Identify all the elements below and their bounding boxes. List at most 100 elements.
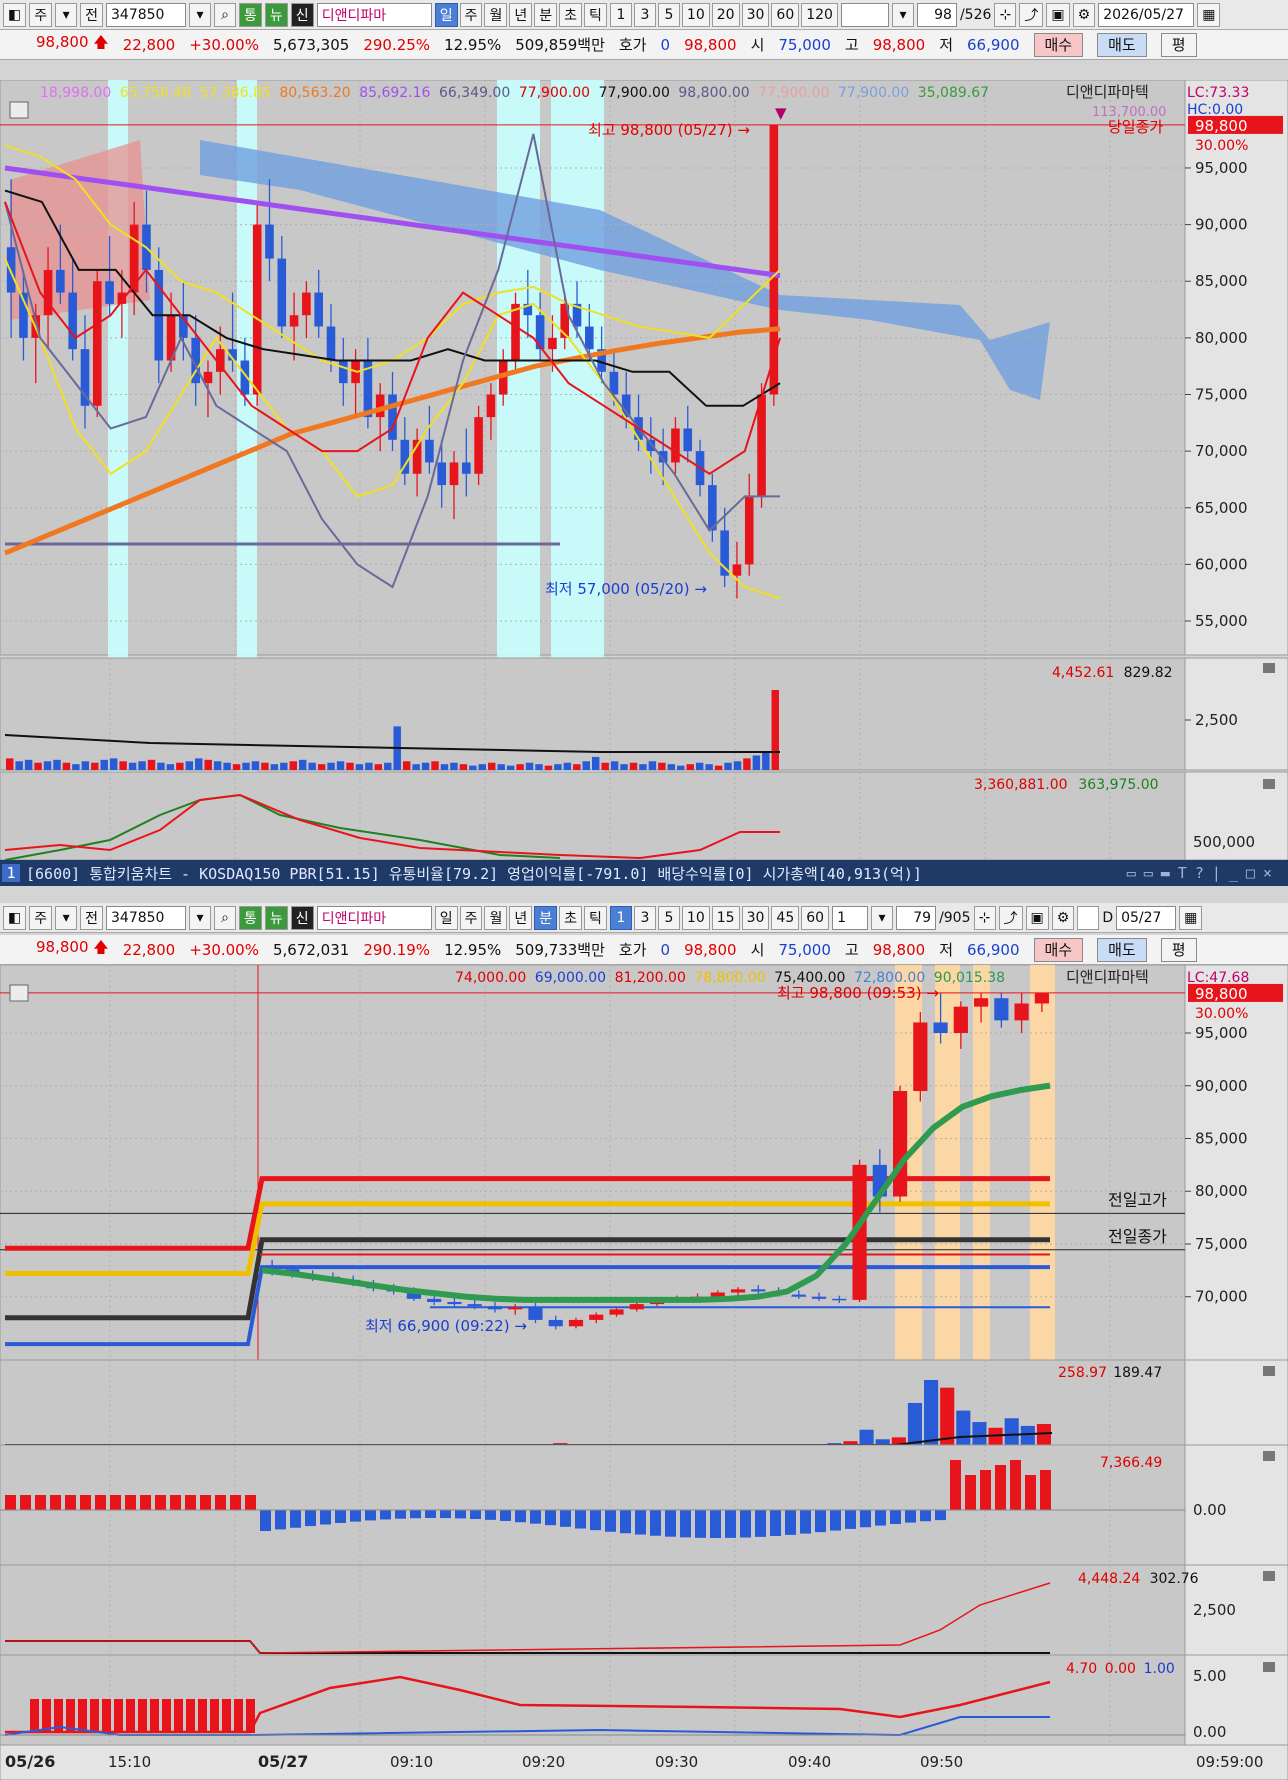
minute-macd-bar: [695, 1510, 706, 1538]
daily-candle: [68, 292, 77, 350]
buy-button[interactable]: 매수: [1033, 937, 1084, 962]
gear-icon[interactable]: ⚙: [1072, 2, 1096, 27]
interval-tab-45[interactable]: 45: [771, 905, 800, 930]
minute-chart[interactable]: 95,000 90,000 85,000 80,000 75,000 70,000 전일고가…: [0, 965, 1288, 1780]
search-icon[interactable]: ⌕: [214, 2, 237, 27]
interval-tab-20[interactable]: 20: [711, 2, 740, 27]
sell-button[interactable]: 매도: [1097, 937, 1147, 962]
period-tab-년[interactable]: 년: [509, 2, 533, 27]
interval-tab-5[interactable]: 5: [657, 905, 680, 930]
layout-icon[interactable]: ◧: [3, 2, 27, 27]
kind-select[interactable]: 전: [80, 905, 104, 930]
daily-volume-bar: [752, 755, 761, 770]
daily-price-tick-label: 60,000: [1195, 555, 1248, 573]
layout-icon[interactable]: ◧: [3, 905, 27, 930]
interval-tab-120[interactable]: 120: [801, 2, 838, 27]
trend-icon[interactable]: ⤴: [998, 905, 1023, 930]
period-tab-틱[interactable]: 틱: [584, 2, 607, 27]
daily-chart[interactable]: 95,000 90,000 85,000 80,000 75,000 70,000 65,0…: [0, 80, 1288, 860]
period-tab-주[interactable]: 주: [459, 2, 483, 27]
daily-volume-bar: [232, 764, 241, 770]
tab-credit[interactable]: 신: [290, 2, 314, 27]
status-text: [6600] 통합키움차트 - KOSDAQ150 PBR[51.15] 유통비…: [26, 864, 922, 883]
interval-tab-30[interactable]: 30: [741, 905, 770, 930]
tab-tong[interactable]: 통: [239, 2, 262, 27]
eval-button[interactable]: 평: [1160, 32, 1197, 57]
count-input[interactable]: 98: [916, 2, 957, 27]
count-input[interactable]: 79: [896, 905, 937, 930]
crosshair-icon[interactable]: ⊹: [994, 2, 1017, 27]
tab-news[interactable]: 뉴: [264, 905, 288, 930]
save-icon[interactable]: ▣: [1025, 905, 1049, 930]
calendar-icon[interactable]: ▦: [1197, 2, 1221, 27]
save-icon[interactable]: ▣: [1046, 2, 1070, 27]
interval-tab-10[interactable]: 10: [681, 905, 710, 930]
interval-tab-60[interactable]: 60: [771, 2, 800, 27]
period-tab-틱[interactable]: 틱: [584, 905, 607, 930]
buy-button[interactable]: 매수: [1033, 32, 1084, 57]
daily-volume-bar: [573, 764, 581, 770]
gear-icon[interactable]: ⚙: [1051, 905, 1075, 930]
minute-macd-bar: [935, 1510, 946, 1521]
multiplier-dropdown-icon[interactable]: ▾: [871, 905, 894, 930]
dropdown-icon[interactable]: ▾: [55, 905, 78, 930]
trend-icon[interactable]: ⤴: [1019, 2, 1044, 27]
interval-tab-3[interactable]: 3: [633, 2, 656, 27]
d-label: D: [1102, 909, 1114, 926]
code-dropdown-icon[interactable]: ▾: [189, 905, 212, 930]
period-tab-일[interactable]: 일: [434, 2, 458, 27]
interval-tab-5[interactable]: 5: [657, 2, 680, 27]
interval-tab-10[interactable]: 10: [681, 2, 710, 27]
code-input[interactable]: 347850: [106, 2, 187, 27]
period-select[interactable]: 주: [29, 2, 53, 27]
daily-volume-bar: [81, 761, 90, 770]
daily-candle: [449, 462, 459, 486]
daily-volume-bar: [431, 761, 439, 770]
multiplier-input[interactable]: 1: [832, 905, 869, 930]
interval-dropdown-icon[interactable]: ▾: [891, 2, 914, 27]
eval-button[interactable]: 평: [1160, 937, 1197, 962]
search-icon[interactable]: ⌕: [214, 905, 237, 930]
daily-volume-bar: [601, 762, 609, 770]
interval-tab-15[interactable]: 15: [711, 905, 740, 930]
period-tab-분[interactable]: 분: [534, 905, 558, 930]
period-tab-초[interactable]: 초: [559, 2, 583, 27]
minute-rsi-bar: [90, 1699, 99, 1733]
period-tab-월[interactable]: 월: [484, 905, 508, 930]
dropdown-icon[interactable]: ▾: [55, 2, 78, 27]
interval-tab-1[interactable]: 1: [609, 905, 632, 930]
tab-credit[interactable]: 신: [290, 905, 314, 930]
period-tab-월[interactable]: 월: [484, 2, 508, 27]
period-tab-분[interactable]: 분: [534, 2, 558, 27]
interval-tab-3[interactable]: 3: [633, 905, 656, 930]
minute-macd-bar: [560, 1510, 571, 1527]
minute-price-tick-label: 80,000: [1195, 1182, 1248, 1200]
interval-tab-1[interactable]: 1: [609, 2, 632, 27]
code-input[interactable]: 347850: [106, 905, 187, 930]
minute-macd-bar: [20, 1495, 31, 1510]
period-select[interactable]: 주: [29, 905, 53, 930]
minute-rsi-legend-value: 1.00: [1144, 1661, 1175, 1677]
interval-tab-60[interactable]: 60: [801, 905, 830, 930]
minute-macd-bar: [65, 1495, 76, 1510]
period-tab-주[interactable]: 주: [459, 905, 483, 930]
date-input[interactable]: 2026/05/27: [1098, 2, 1195, 27]
hoga-label: 호가: [618, 941, 647, 959]
tab-news[interactable]: 뉴: [264, 2, 288, 27]
sell-button[interactable]: 매도: [1097, 32, 1147, 57]
minute-rsi-bar: [210, 1699, 219, 1733]
crosshair-icon[interactable]: ⊹: [973, 905, 996, 930]
calendar-icon[interactable]: ▦: [1179, 905, 1203, 930]
period-tab-일[interactable]: 일: [434, 905, 458, 930]
date-input[interactable]: 05/27: [1116, 905, 1177, 930]
interval-input[interactable]: [840, 2, 889, 27]
window-controls-icon[interactable]: ▭▭▬T?|_□×: [1127, 864, 1280, 882]
code-dropdown-icon[interactable]: ▾: [189, 2, 212, 27]
d-checkbox[interactable]: [1077, 905, 1100, 930]
interval-tab-30[interactable]: 30: [741, 2, 770, 27]
period-tab-년[interactable]: 년: [509, 905, 533, 930]
tab-tong[interactable]: 통: [239, 905, 262, 930]
kind-select[interactable]: 전: [80, 2, 104, 27]
minute-lc: LC:47.68: [1187, 970, 1249, 986]
period-tab-초[interactable]: 초: [559, 905, 583, 930]
